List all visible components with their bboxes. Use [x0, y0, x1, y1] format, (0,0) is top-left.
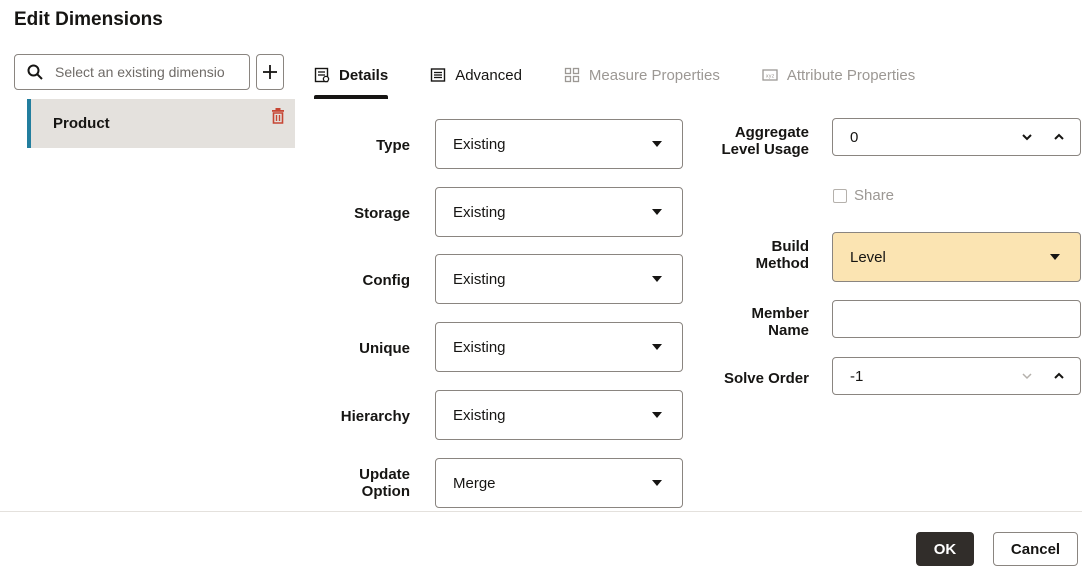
update-option-label-line2: Option: [361, 483, 410, 500]
storage-label: Storage: [354, 205, 410, 222]
delete-icon[interactable]: [271, 108, 285, 124]
type-value: Existing: [453, 135, 506, 153]
config-select[interactable]: Existing: [435, 254, 683, 304]
type-label: Type: [376, 137, 410, 154]
tab-details[interactable]: Details: [314, 60, 389, 99]
config-label: Config: [362, 272, 410, 289]
build-method-label: Build Method: [756, 238, 809, 272]
tab-advanced-label: Advanced: [455, 66, 522, 84]
cancel-button[interactable]: Cancel: [993, 532, 1078, 566]
unique-label: Unique: [359, 340, 410, 357]
build-method-value: Level: [850, 248, 886, 266]
aggregate-level-usage-stepper[interactable]: 0: [832, 118, 1081, 156]
tab-details-label: Details: [339, 66, 389, 84]
chevron-down-icon[interactable]: [1020, 367, 1034, 385]
search-input[interactable]: [55, 64, 225, 80]
aggregate-level-usage-label: Aggregate Level Usage: [721, 124, 809, 158]
chevron-down-icon: [652, 276, 662, 282]
unique-select[interactable]: Existing: [435, 322, 683, 372]
chevron-down-icon: [652, 209, 662, 215]
chevron-up-icon[interactable]: [1052, 128, 1066, 146]
member-name-field[interactable]: [832, 300, 1081, 338]
tab-attribute-properties[interactable]: xyz Attribute Properties: [762, 60, 915, 90]
search-icon: [27, 64, 43, 80]
dimension-item-label: Product: [53, 115, 110, 132]
update-option-label-line1: Update: [359, 466, 410, 483]
member-name-label-line1: Member: [751, 305, 809, 322]
build-method-label-line1: Build: [771, 238, 810, 255]
advanced-icon: [431, 68, 446, 82]
aggregate-level-usage-value: 0: [850, 128, 859, 146]
share-checkbox[interactable]: Share: [833, 187, 894, 204]
config-value: Existing: [453, 270, 506, 288]
solve-order-label: Solve Order: [723, 370, 809, 387]
dimension-list: Product: [27, 99, 295, 148]
aggregate-level-usage-label-line1: Aggregate: [734, 124, 809, 141]
grid-icon: [564, 67, 580, 83]
build-method-select[interactable]: Level: [832, 232, 1081, 282]
solve-order-value: -1: [850, 367, 864, 385]
tab-measure-properties[interactable]: Measure Properties: [564, 60, 720, 90]
add-dimension-button[interactable]: [256, 54, 284, 90]
tab-bar: Details Advanced Measure Properties xyz …: [314, 60, 915, 99]
member-name-label: Member Name: [751, 305, 809, 339]
aggregate-level-usage-label-line2: Level Usage: [721, 141, 809, 158]
chevron-down-icon: [652, 480, 662, 486]
tab-measure-properties-label: Measure Properties: [588, 66, 720, 84]
ok-button[interactable]: OK: [916, 532, 974, 566]
plus-icon: [263, 65, 277, 79]
solve-order-stepper[interactable]: -1: [832, 357, 1081, 395]
unique-value: Existing: [453, 338, 506, 356]
chevron-down-icon: [652, 344, 662, 350]
checkbox-box[interactable]: [833, 188, 847, 203]
update-option-label: Update Option: [359, 466, 410, 500]
chevron-down-icon: [1050, 254, 1060, 260]
chevron-down-icon: [652, 412, 662, 418]
tab-advanced[interactable]: Advanced: [430, 60, 522, 90]
chevron-up-icon[interactable]: [1052, 367, 1066, 385]
svg-text:xyz: xyz: [766, 74, 775, 80]
build-method-label-line2: Method: [755, 255, 809, 272]
hierarchy-select[interactable]: Existing: [435, 390, 683, 440]
member-name-label-line2: Name: [768, 322, 809, 339]
tab-attribute-properties-label: Attribute Properties: [786, 66, 916, 84]
share-label: Share: [854, 187, 895, 204]
update-option-select[interactable]: Merge: [435, 458, 683, 508]
details-icon: [314, 67, 330, 83]
footer-divider: [0, 511, 1082, 512]
hierarchy-label: Hierarchy: [340, 408, 410, 425]
xyz-icon: xyz: [762, 69, 778, 81]
dialog-title: Edit Dimensions: [14, 9, 163, 30]
type-select[interactable]: Existing: [435, 119, 683, 169]
storage-select[interactable]: Existing: [435, 187, 683, 237]
chevron-down-icon: [652, 141, 662, 147]
hierarchy-value: Existing: [453, 406, 506, 424]
chevron-down-icon[interactable]: [1020, 128, 1034, 146]
dimension-item-product[interactable]: Product: [27, 99, 295, 148]
storage-value: Existing: [453, 203, 506, 221]
dimension-search[interactable]: [14, 54, 250, 90]
update-option-value: Merge: [453, 474, 496, 492]
